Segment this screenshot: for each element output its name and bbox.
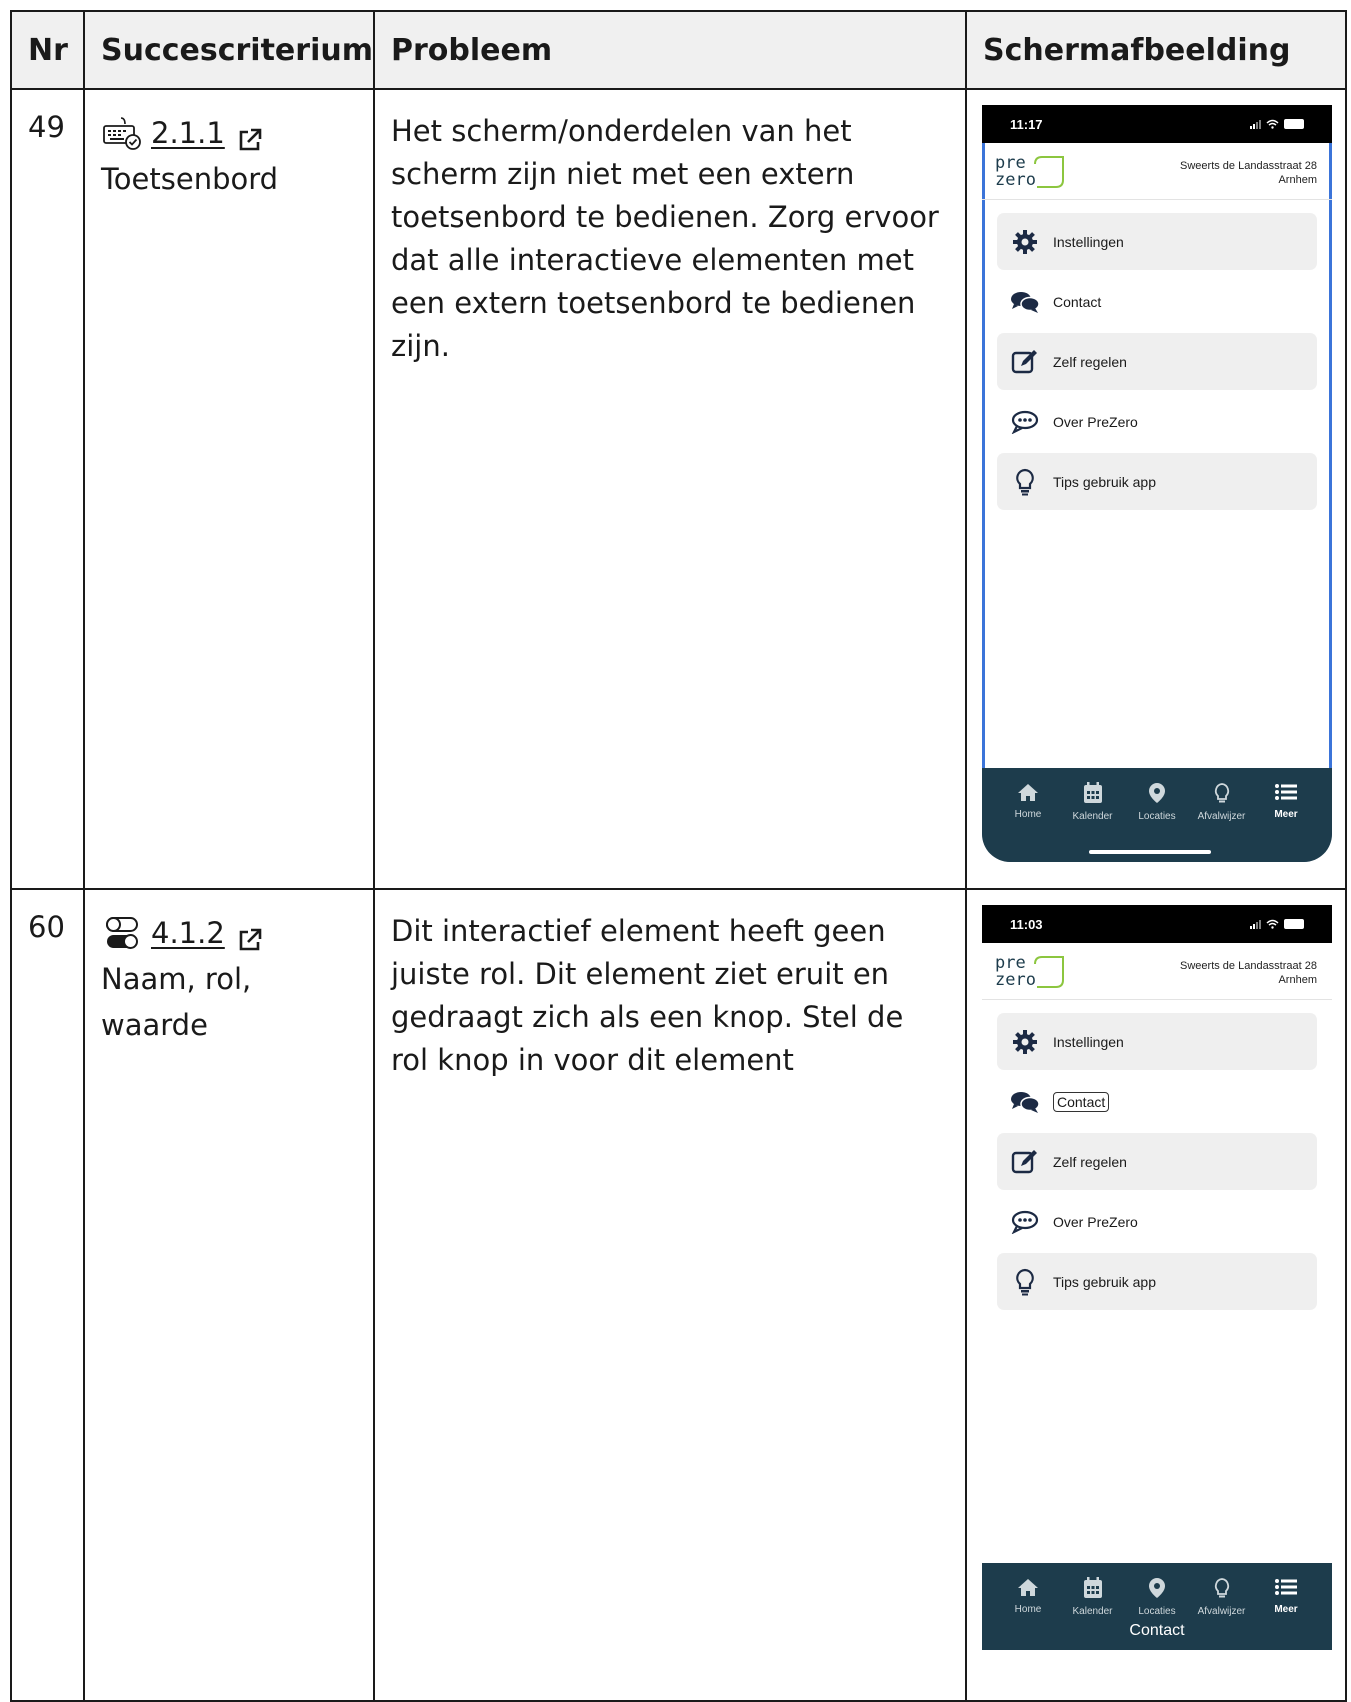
tab-home[interactable]: Home — [998, 782, 1058, 822]
svg-text:zero: zero — [995, 970, 1036, 989]
tab-locaties[interactable]: Locaties — [1127, 782, 1187, 822]
lightbulb-outline-icon — [1213, 1577, 1231, 1602]
external-link-icon[interactable] — [237, 920, 263, 951]
status-bar: 11:03 — [982, 905, 1332, 943]
signal-icon — [1250, 119, 1261, 129]
wifi-icon — [1266, 917, 1279, 932]
app-header: pre zero Sweerts de Landasstraat 28 Arnh… — [982, 943, 1332, 1000]
table-row: 49 2.1.1 Toetsenbord Het scherm/onderdel… — [10, 88, 1347, 890]
external-link-icon[interactable] — [237, 120, 263, 151]
success-criterion-cell: 4.1.2 Naam, rol, waarde — [83, 888, 375, 1702]
toggle-switch-icon — [101, 916, 143, 950]
criterion-link[interactable]: 4.1.2 — [151, 910, 225, 956]
tab-meer[interactable]: Meer — [1256, 782, 1316, 822]
screenshot-cell: 11:03 pre zero Sweerts de Landasstraat 2… — [965, 888, 1347, 1702]
menu-item-zelf-regelen[interactable]: Zelf regelen — [997, 1133, 1317, 1190]
map-pin-icon — [1148, 782, 1166, 807]
list-icon — [1274, 1577, 1298, 1600]
chat-bubbles-icon — [997, 1090, 1053, 1114]
problem-description: Het scherm/onderdelen van het scherm zij… — [373, 88, 967, 890]
menu-item-contact[interactable]: Contact — [997, 1073, 1317, 1130]
tab-locaties[interactable]: Locaties — [1127, 1577, 1187, 1617]
gear-icon — [997, 1029, 1053, 1055]
audit-table: Nr Succescriterium Probleem Schermafbeel… — [10, 10, 1347, 1702]
address: Sweerts de Landasstraat 28 Arnhem — [1180, 960, 1317, 986]
home-indicator — [1089, 850, 1211, 854]
tab-kalender[interactable]: Kalender — [1063, 782, 1123, 822]
calendar-icon — [1083, 1577, 1103, 1602]
phone-screenshot: 11:03 pre zero Sweerts de Landasstraat 2… — [982, 905, 1332, 1661]
calendar-icon — [1083, 782, 1103, 807]
edit-icon — [997, 1149, 1053, 1175]
problem-description: Dit interactief element heeft geen juist… — [373, 888, 967, 1702]
speech-dots-icon — [997, 1210, 1053, 1234]
focused-contact-label: Contact — [1053, 1091, 1110, 1112]
status-bar: 11:17 — [982, 105, 1332, 143]
criterion-link[interactable]: 2.1.1 — [151, 110, 225, 156]
table-row: 60 4.1.2 Naam, rol, waarde Dit interacti… — [10, 888, 1347, 1702]
criterion-name: Naam, rol, waarde — [101, 962, 252, 1042]
menu-list: Instellingen Contact Zelf regelen Over P… — [982, 1000, 1332, 1310]
lightbulb-icon — [997, 1268, 1053, 1296]
criterion-name: Toetsenbord — [101, 162, 279, 196]
wifi-icon — [1266, 117, 1279, 132]
svg-text:zero: zero — [995, 170, 1036, 189]
focus-outline — [982, 143, 1332, 862]
header-nr: Nr — [10, 10, 85, 90]
screenshot-cell: 11:17 pre zero Sweerts de Landasstraat 2… — [965, 88, 1347, 890]
battery-icon — [1284, 119, 1304, 129]
tab-meer[interactable]: Meer — [1256, 1577, 1316, 1617]
menu-item-tips[interactable]: Tips gebruik app — [997, 1253, 1317, 1310]
app-header: pre zero Sweerts de Landasstraat 28 Arnh… — [982, 143, 1332, 200]
home-icon — [1016, 1577, 1040, 1600]
battery-icon — [1284, 919, 1304, 929]
header-problem: Probleem — [373, 10, 967, 90]
keyboard-check-icon — [101, 116, 143, 150]
lightbulb-outline-icon — [1213, 782, 1231, 807]
tab-home[interactable]: Home — [998, 1577, 1058, 1617]
tab-kalender[interactable]: Kalender — [1063, 1577, 1123, 1617]
row-number: 49 — [10, 88, 85, 890]
status-time: 11:03 — [1010, 916, 1043, 932]
list-icon — [1274, 782, 1298, 805]
screen-reader-caption: Contact — [1129, 1622, 1185, 1639]
home-icon — [1016, 782, 1040, 805]
status-time: 11:17 — [1010, 116, 1043, 132]
menu-item-over-prezero[interactable]: Over PreZero — [997, 1193, 1317, 1250]
signal-icon — [1250, 919, 1261, 929]
menu-item-instellingen[interactable]: Instellingen — [997, 1013, 1317, 1070]
header-screenshot: Schermafbeelding — [965, 10, 1347, 90]
prezero-logo: pre zero — [995, 153, 1075, 194]
prezero-logo: pre zero — [995, 953, 1075, 994]
phone-screenshot: 11:17 pre zero Sweerts de Landasstraat 2… — [982, 105, 1332, 862]
row-number: 60 — [10, 888, 85, 1702]
tab-bar: Home Kalender Locaties — [982, 768, 1332, 862]
success-criterion-cell: 2.1.1 Toetsenbord — [83, 88, 375, 890]
address: Sweerts de Landasstraat 28 Arnhem — [1180, 160, 1317, 186]
tab-afvalwijzer[interactable]: Afvalwijzer — [1192, 782, 1252, 822]
tab-afvalwijzer[interactable]: Afvalwijzer — [1192, 1577, 1252, 1617]
table-header-row: Nr Succescriterium Probleem Schermafbeel… — [10, 10, 1347, 90]
map-pin-icon — [1148, 1577, 1166, 1602]
header-criterion: Succescriterium — [83, 10, 375, 90]
tab-bar: Home Kalender Locaties — [982, 1563, 1332, 1650]
